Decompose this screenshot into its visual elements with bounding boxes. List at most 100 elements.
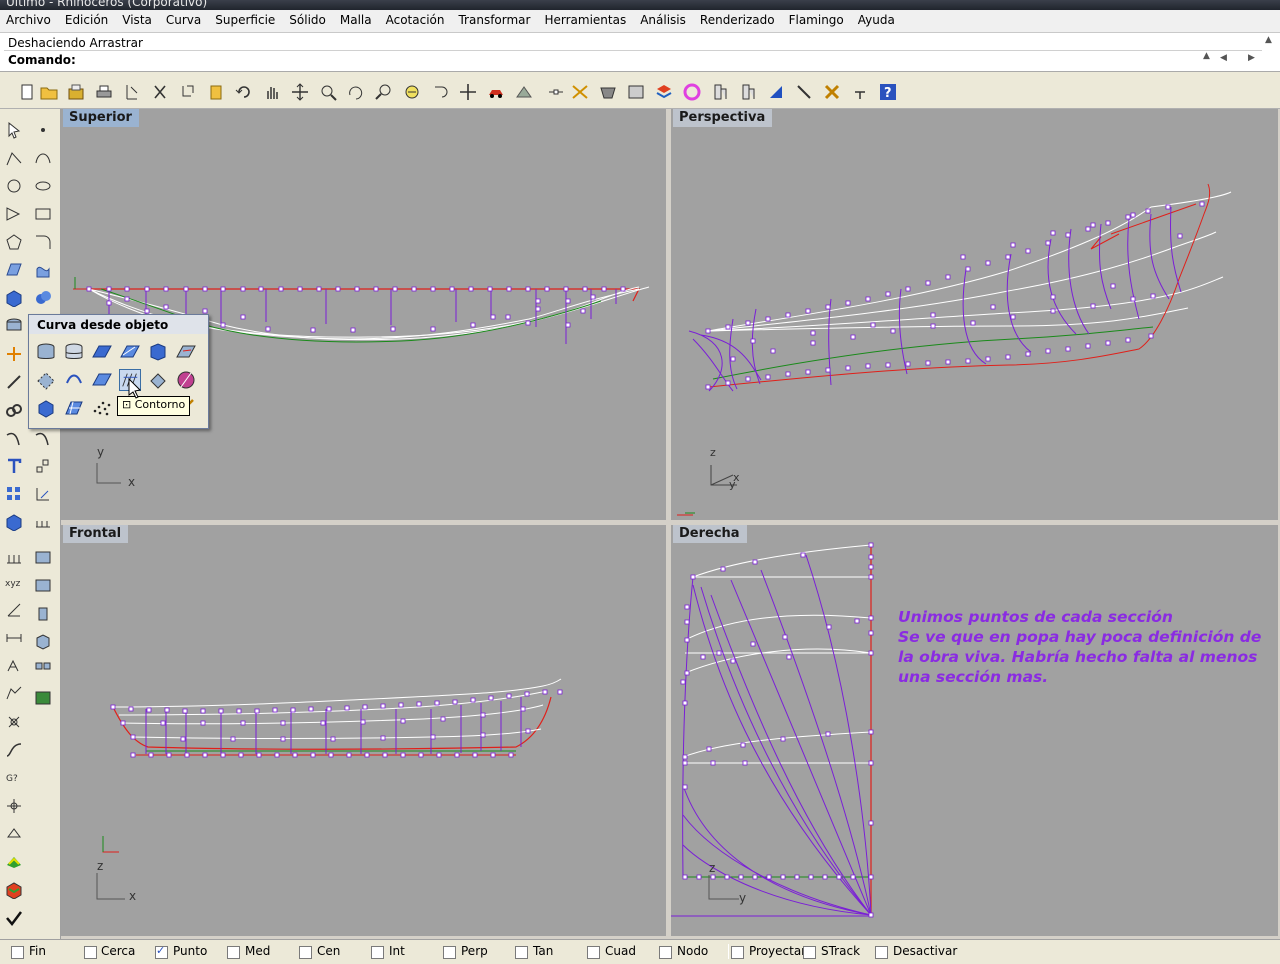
boolean-icon[interactable] [34,289,52,307]
osnap-cerca-checkbox[interactable] [84,946,97,959]
strack-label[interactable]: STrack [821,944,860,958]
four-view-icon[interactable] [34,661,52,679]
menu-acotacion[interactable]: Acotación [379,10,452,31]
osnap-perp-label[interactable]: Perp [461,944,488,958]
cut-icon[interactable] [151,83,169,101]
osnap-cuad-checkbox[interactable] [587,946,600,959]
radius-icon[interactable] [5,657,23,675]
curve-from-object-icon[interactable] [5,317,23,335]
project-curve-icon[interactable] [91,341,113,363]
curve-icon[interactable] [34,149,52,167]
cage-icon[interactable] [5,513,23,531]
named-view-icon[interactable] [34,689,52,707]
extract-wireframe-icon[interactable] [35,369,57,391]
join-icon[interactable] [5,401,23,419]
isocurve-icon[interactable] [175,341,197,363]
rectangle-icon[interactable] [34,205,52,223]
osnap-int-checkbox[interactable] [371,946,384,959]
edge-curves-icon[interactable] [147,369,169,391]
sphere-section-icon[interactable] [175,369,197,391]
point-cloud-icon[interactable] [91,397,113,419]
duplicate-edge-icon[interactable] [35,341,57,363]
zebra-icon[interactable] [5,853,23,871]
polygon-icon[interactable] [5,233,23,251]
curvature-icon[interactable] [5,741,23,759]
ellipse-icon[interactable] [34,177,52,195]
osnap-med-label[interactable]: Med [245,944,270,958]
text-icon[interactable] [5,457,23,475]
project-icon[interactable] [34,485,52,503]
color-wheel-icon[interactable] [683,83,701,101]
arc-icon[interactable] [5,205,23,223]
help-icon[interactable]: ? [879,83,897,101]
osnap-med-checkbox[interactable] [227,946,240,959]
render-icon[interactable] [515,83,533,101]
render-box-icon[interactable] [5,881,23,899]
zoom-dynamic-icon[interactable] [319,83,337,101]
rotate-view-icon[interactable] [291,83,309,101]
osnap-cerca-label[interactable]: Cerca [101,944,135,958]
angle-icon[interactable] [5,601,23,619]
menu-herramientas[interactable]: Herramientas [537,10,633,31]
arrow-left-icon[interactable]: ◀ [1220,53,1227,63]
transform-icon[interactable] [5,345,23,363]
tools-icon[interactable] [823,83,841,101]
circle-icon[interactable] [5,177,23,195]
proyectar-label[interactable]: Proyectar [749,944,806,958]
spin-up-icon[interactable]: ▲ [1203,51,1210,61]
menu-transformar[interactable]: Transformar [451,10,537,31]
osnap-tan-checkbox[interactable] [515,946,528,959]
shade-icon[interactable] [487,83,505,101]
osnap-perp-checkbox[interactable] [443,946,456,959]
viewport-front[interactable]: Frontal z x [61,525,666,936]
menu-curva[interactable]: Curva [159,10,208,31]
viewport-top-icon[interactable] [34,577,52,595]
undo-view-icon[interactable] [431,83,449,101]
osnap-tan-label[interactable]: Tan [533,944,553,958]
viewport-persp-icon[interactable] [34,633,52,651]
history-scroll-icon[interactable]: ▲ [1265,35,1272,45]
distance-icon[interactable] [5,629,23,647]
osnap-cuad-label[interactable]: Cuad [605,944,636,958]
proyectar-checkbox[interactable] [731,946,744,959]
osnap-fin-label[interactable]: Fin [29,944,46,958]
arrow-right-icon[interactable]: ▶ [1248,53,1255,63]
flyout-title[interactable]: Curva desde objeto [29,315,208,334]
properties-icon[interactable] [627,83,645,101]
menu-malla[interactable]: Malla [333,10,379,31]
copy-icon[interactable] [179,83,197,101]
menu-edicion[interactable]: Edición [58,10,115,31]
menu-superficie[interactable]: Superficie [208,10,282,31]
menu-flamingo[interactable]: Flamingo [782,10,851,31]
fillet-icon[interactable] [34,233,52,251]
select-arrow-icon[interactable] [5,121,23,139]
osnap-punto-checkbox[interactable] [155,944,168,959]
menu-analisis[interactable]: Análisis [633,10,693,31]
desactivar-label[interactable]: Desactivar [893,944,957,958]
viewport-front-icon[interactable] [34,549,52,567]
polyline-icon[interactable] [5,149,23,167]
pull-curve-icon[interactable] [119,341,141,363]
section-icon[interactable] [5,713,23,731]
scale-icon[interactable] [34,457,52,475]
history-icon[interactable]: G? [5,769,23,787]
material-icon[interactable] [767,83,785,101]
layer-icon[interactable] [599,83,617,101]
save-icon[interactable] [67,83,85,101]
mesh-outline-icon[interactable] [63,397,85,419]
split-icon[interactable] [5,429,23,447]
set-cplane-icon[interactable] [459,83,477,101]
surface-icon[interactable] [5,261,23,279]
select-points-icon[interactable] [547,83,565,101]
solid-outline-icon[interactable] [35,397,57,419]
osnap-cen-checkbox[interactable] [299,946,312,959]
analyze-icon[interactable] [571,83,589,101]
menu-solido[interactable]: Sólido [282,10,333,31]
cplane-icon[interactable] [5,825,23,843]
section-curves-icon[interactable] [91,369,113,391]
viewport-layout-icon[interactable] [711,83,729,101]
new-file-icon[interactable] [18,83,36,101]
osnap-punto-label[interactable]: Punto [173,944,207,958]
pin-icon[interactable] [851,83,869,101]
xyz-coord-icon[interactable]: xyz [5,573,23,591]
